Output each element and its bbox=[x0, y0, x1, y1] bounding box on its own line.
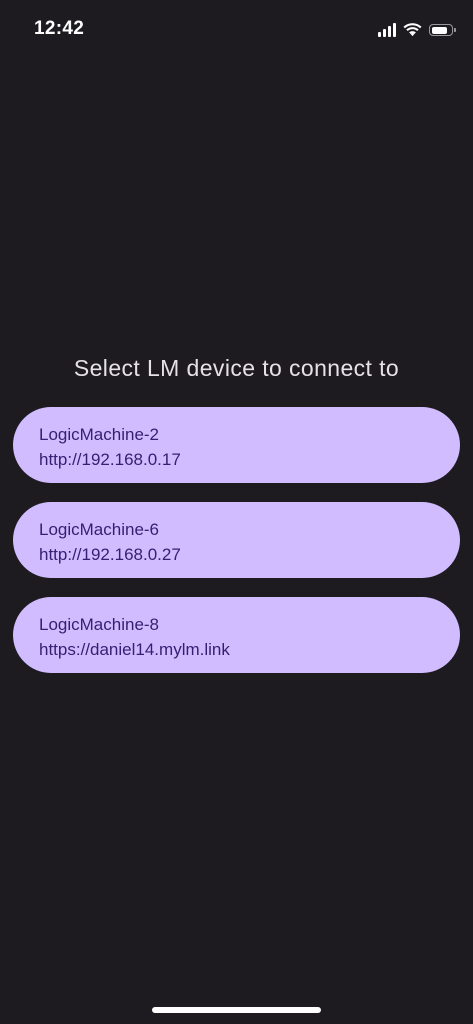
device-button-logicmachine-6[interactable]: LogicMachine-6 http://192.168.0.27 bbox=[13, 502, 460, 578]
device-name: LogicMachine-8 bbox=[39, 615, 160, 634]
device-list: LogicMachine-2 http://192.168.0.17 Logic… bbox=[13, 407, 460, 692]
device-url: https://daniel14.mylm.link bbox=[39, 640, 230, 659]
status-bar: 12:42 bbox=[0, 0, 473, 58]
device-button-logicmachine-2[interactable]: LogicMachine-2 http://192.168.0.17 bbox=[13, 407, 460, 483]
device-url: http://192.168.0.17 bbox=[39, 450, 181, 469]
device-url: http://192.168.0.27 bbox=[39, 545, 181, 564]
device-name: LogicMachine-2 bbox=[39, 425, 160, 444]
device-button-logicmachine-8[interactable]: LogicMachine-8 https://daniel14.mylm.lin… bbox=[13, 597, 460, 673]
status-time: 12:42 bbox=[34, 18, 85, 39]
wifi-icon bbox=[403, 23, 422, 37]
battery-icon bbox=[429, 24, 456, 36]
home-indicator[interactable] bbox=[152, 1007, 321, 1013]
page-title: Select LM device to connect to bbox=[73, 355, 400, 381]
battery-fill bbox=[431, 26, 447, 34]
app-screen: 12:42 Select LM device to connect to Log… bbox=[0, 0, 473, 1024]
device-name: LogicMachine-6 bbox=[39, 520, 160, 539]
cellular-signal-icon bbox=[378, 23, 396, 37]
status-icons bbox=[378, 20, 456, 40]
